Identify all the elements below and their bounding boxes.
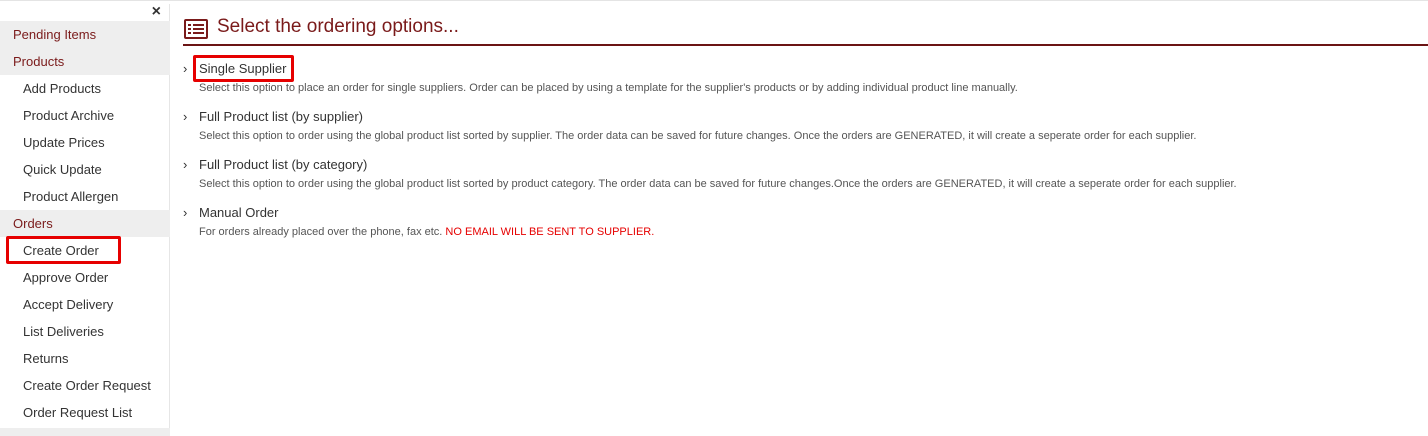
sidebar-footer [0, 428, 170, 436]
option-description: For orders already placed over the phone… [199, 225, 654, 239]
option-title-full-list-category[interactable]: Full Product list (by category) [199, 155, 367, 175]
close-icon[interactable]: × [152, 4, 161, 20]
manual-order-description: For orders already placed over the phone… [199, 226, 443, 238]
list-icon [184, 19, 208, 39]
sidebar-item-approve-order[interactable]: Approve Order [0, 264, 169, 291]
option-title-manual-order[interactable]: Manual Order [199, 203, 278, 223]
page-header: Select the ordering options... [183, 13, 1428, 46]
sidebar-item-returns[interactable]: Returns [0, 345, 169, 372]
sidebar-item-order-request-list[interactable]: Order Request List [0, 399, 169, 426]
sidebar-item-create-order-request[interactable]: Create Order Request [0, 372, 169, 399]
sidebar-item-add-products[interactable]: Add Products [0, 75, 169, 102]
option-title-single-supplier[interactable]: Single Supplier [199, 59, 286, 79]
sidebar-item-update-prices[interactable]: Update Prices [0, 129, 169, 156]
sidebar-section-pending-items[interactable]: Pending Items [0, 21, 170, 48]
option-description: Select this option to order using the gl… [199, 130, 1197, 142]
sidebar-item-product-allergen[interactable]: Product Allergen [0, 183, 169, 210]
sidebar-item-list-deliveries[interactable]: List Deliveries [0, 318, 169, 345]
sidebar-item-quick-update[interactable]: Quick Update [0, 156, 169, 183]
chevron-right-icon: › [183, 109, 188, 124]
sidebar-item-product-archive[interactable]: Product Archive [0, 102, 169, 129]
chevron-right-icon: › [183, 61, 188, 76]
sidebar-section-orders[interactable]: Orders [0, 210, 170, 237]
no-email-warning: NO EMAIL WILL BE SENT TO SUPPLIER. [445, 226, 655, 238]
sidebar-item-accept-delivery[interactable]: Accept Delivery [0, 291, 169, 318]
sidebar-section-products[interactable]: Products [0, 48, 170, 75]
option-description: Select this option to order using the gl… [199, 178, 1237, 190]
sidebar-item-create-order[interactable]: Create Order [0, 237, 169, 264]
option-description: Select this option to place an order for… [199, 82, 1018, 94]
sidebar: × Pending Items Products Add Products Pr… [0, 4, 170, 436]
chevron-right-icon: › [183, 157, 188, 172]
chevron-right-icon: › [183, 205, 188, 220]
top-border [0, 0, 1428, 3]
page-title: Select the ordering options... [217, 16, 459, 37]
option-title-full-list-supplier[interactable]: Full Product list (by supplier) [199, 107, 363, 127]
